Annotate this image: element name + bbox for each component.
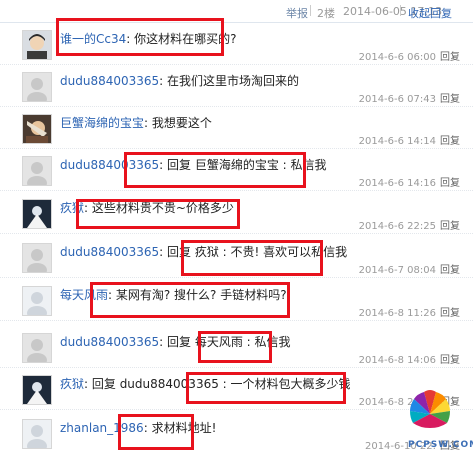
comment-line: 谁一的Cc34: 你这材料在哪买的? — [60, 32, 237, 46]
comment-line: 巨蟹海绵的宝宝: 我想要这个 — [60, 116, 212, 130]
comment-username[interactable]: 每天风雨 — [60, 288, 108, 302]
comment-row: dudu884003365: 在我们这里市场淘回来的 2014-6-6 07:4… — [0, 66, 473, 107]
header-divider — [400, 5, 401, 16]
collapse-replies-link[interactable]: 收起回复 — [408, 5, 452, 21]
comment-text: 在我们这里市场淘回来的 — [167, 74, 300, 88]
avatar[interactable] — [22, 156, 52, 186]
comment-time: 2014-6-6 07:43 — [358, 94, 436, 105]
post-header: 举报 2楼 2014-06-05 17:13 收起回复 — [0, 0, 473, 23]
comment-time: 2014-6-6 22:25 — [358, 221, 436, 232]
comment-username[interactable]: dudu884003365 — [60, 74, 159, 88]
comment-text: 我想要这个 — [151, 116, 212, 130]
comment-username[interactable]: 谁一的Cc34 — [60, 32, 126, 46]
avatar[interactable] — [22, 375, 52, 405]
comment-line: 每天风雨: 某网有淘? 搜什么? 手链材料吗? — [60, 288, 287, 302]
comment-line: 疚狱: 回复 dudu884003365 : 一个材料包大概多少钱 — [60, 377, 351, 391]
reply-link[interactable]: 回复 — [440, 52, 460, 63]
header-divider — [310, 5, 311, 16]
comment-username[interactable]: dudu884003365 — [60, 245, 159, 259]
comment-row: 谁一的Cc34: 你这材料在哪买的? 2014-6-6 06:00 回复 — [0, 24, 473, 65]
watermark-text: PCPSW.COM — [408, 440, 473, 450]
comment-username[interactable]: 疚狱 — [60, 201, 84, 215]
reply-link[interactable]: 回复 — [440, 308, 460, 319]
comment-row: dudu884003365: 回复 每天风雨 : 私信我 2014-6-8 14… — [0, 327, 473, 368]
comment-username[interactable]: dudu884003365 — [60, 158, 159, 172]
comment-text: 回复 巨蟹海绵的宝宝 : 私信我 — [167, 158, 327, 172]
comment-meta: 2014-6-6 22:25 回复 — [359, 217, 460, 232]
avatar[interactable] — [22, 114, 52, 144]
comment-text: 求材料地址! — [151, 421, 217, 435]
comment-text: 回复 疚狱 : 不贵! 喜欢可以私信我 — [167, 245, 348, 259]
comment-line: dudu884003365: 回复 疚狱 : 不贵! 喜欢可以私信我 — [60, 245, 348, 259]
comment-row: dudu884003365: 回复 疚狱 : 不贵! 喜欢可以私信我 2014-… — [0, 237, 473, 278]
comment-line: dudu884003365: 回复 巨蟹海绵的宝宝 : 私信我 — [60, 158, 327, 172]
comment-line: dudu884003365: 在我们这里市场淘回来的 — [60, 74, 300, 88]
comment-line: dudu884003365: 回复 每天风雨 : 私信我 — [60, 335, 291, 349]
comment-row: dudu884003365: 回复 巨蟹海绵的宝宝 : 私信我 2014-6-6… — [0, 150, 473, 191]
avatar[interactable] — [22, 419, 52, 449]
avatar[interactable] — [22, 243, 52, 273]
comment-username[interactable]: 巨蟹海绵的宝宝 — [60, 116, 144, 130]
comment-text: 某网有淘? 搜什么? 手链材料吗? — [115, 288, 287, 302]
avatar[interactable] — [22, 199, 52, 229]
comment-text: 回复 dudu884003365 : 一个材料包大概多少钱 — [91, 377, 351, 391]
comment-meta: 2014-6-6 14:16 回复 — [359, 174, 460, 189]
reply-link[interactable]: 回复 — [440, 265, 460, 276]
avatar[interactable] — [22, 30, 52, 60]
comment-text: 这些材料贵不贵~价格多少 — [91, 201, 234, 215]
reply-link[interactable]: 回复 — [440, 355, 460, 366]
avatar[interactable] — [22, 72, 52, 102]
comment-time: 2014-6-8 14:06 — [358, 355, 436, 366]
comment-username[interactable]: 疚狱 — [60, 377, 84, 391]
comment-time: 2014-6-6 06:00 — [358, 52, 436, 63]
comment-time: 2014-6-6 14:14 — [358, 136, 436, 147]
comment-meta: 2014-6-6 14:14 回复 — [359, 132, 460, 147]
comment-username[interactable]: dudu884003365 — [60, 335, 159, 349]
comment-meta: 2014-6-6 06:00 回复 — [359, 48, 460, 63]
avatar[interactable] — [22, 333, 52, 363]
comment-row: 每天风雨: 某网有淘? 搜什么? 手链材料吗? 2014-6-8 11:26 回复 — [0, 280, 473, 321]
comment-meta: 2014-6-8 14:06 回复 — [359, 351, 460, 366]
comment-meta: 2014-6-6 07:43 回复 — [359, 90, 460, 105]
comment-line: 疚狱: 这些材料贵不贵~价格多少 — [60, 201, 234, 215]
floor-number: 2楼 — [317, 7, 335, 20]
comment-text: 回复 每天风雨 : 私信我 — [167, 335, 291, 349]
reply-link[interactable]: 回复 — [440, 94, 460, 105]
comment-time: 2014-6-8 11:26 — [358, 308, 436, 319]
comment-time: 2014-6-6 14:16 — [358, 178, 436, 189]
comment-row: 疚狱: 这些材料贵不贵~价格多少 2014-6-6 22:25 回复 — [0, 193, 473, 234]
comment-row: 巨蟹海绵的宝宝: 我想要这个 2014-6-6 14:14 回复 — [0, 108, 473, 149]
report-link[interactable]: 举报 — [286, 5, 308, 21]
comment-text: 你这材料在哪买的? — [134, 32, 237, 46]
comment-username[interactable]: zhanlan_1986 — [60, 421, 144, 435]
reply-link[interactable]: 回复 — [440, 178, 460, 189]
reply-link[interactable]: 回复 — [440, 136, 460, 147]
comment-line: zhanlan_1986: 求材料地址! — [60, 421, 217, 435]
avatar[interactable] — [22, 286, 52, 316]
comment-meta: 2014-6-7 08:04 回复 — [359, 261, 460, 276]
comment-time: 2014-6-7 08:04 — [358, 265, 436, 276]
reply-link[interactable]: 回复 — [440, 221, 460, 232]
comment-meta: 2014-6-8 11:26 回复 — [359, 304, 460, 319]
